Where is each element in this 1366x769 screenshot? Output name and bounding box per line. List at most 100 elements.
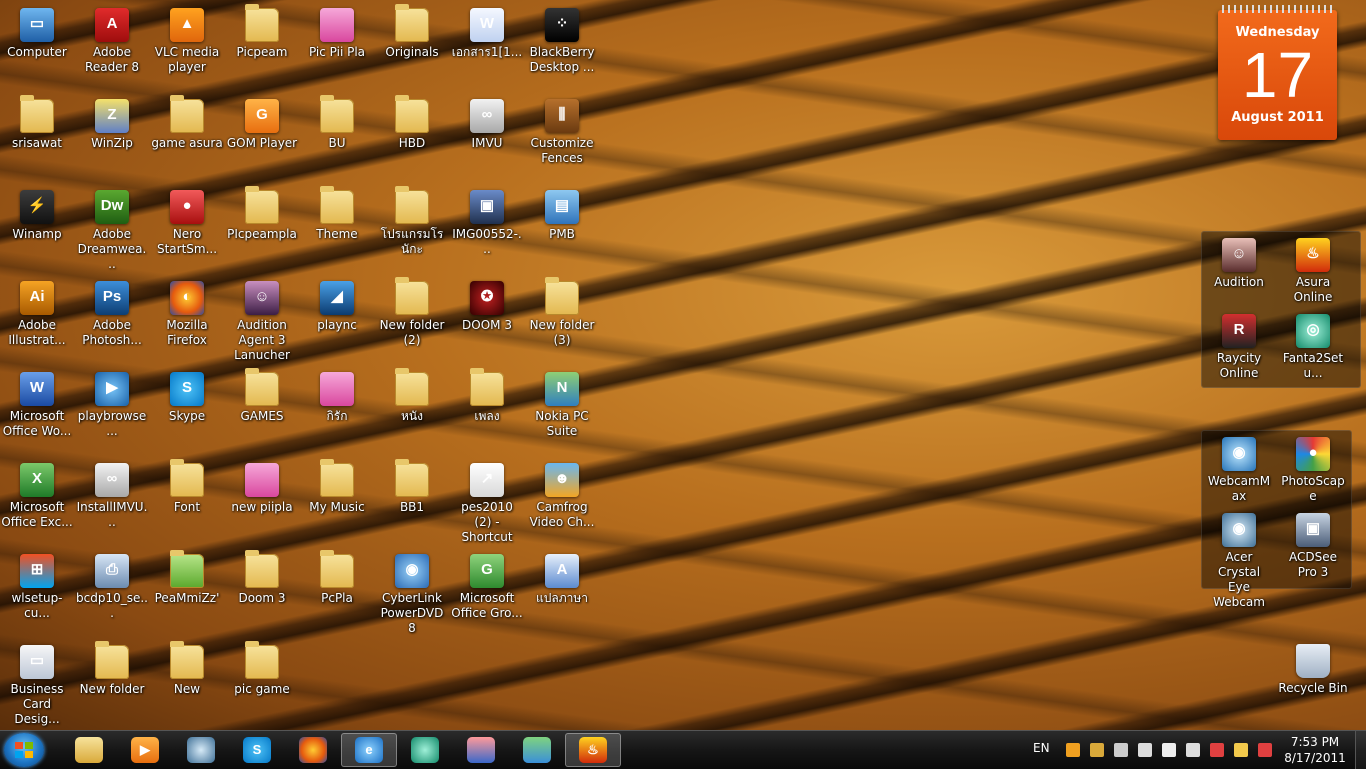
- desktop-icon-wlsetup-cu[interactable]: ⊞ wlsetup-cu...: [0, 550, 75, 621]
- taskbar-button-app-green[interactable]: [397, 733, 453, 767]
- fence-item[interactable]: ● PhotoScape: [1278, 433, 1348, 504]
- desktop-icon-doom-3[interactable]: Doom 3: [224, 550, 300, 606]
- desktop-icon-pic-pii-pla[interactable]: Pic Pii Pla: [299, 4, 375, 60]
- icon-label: Computer: [7, 45, 67, 59]
- fence-item[interactable]: ♨ Asura Online: [1278, 234, 1348, 305]
- desktop-icon-font[interactable]: Font: [149, 459, 225, 515]
- taskbar-button-skype[interactable]: S: [229, 733, 285, 767]
- desktop-icon-microsoft-office-exc[interactable]: X Microsoft Office Exc...: [0, 459, 75, 530]
- icon-label: Microsoft Office Gro...: [451, 591, 523, 620]
- desktop-icon-theme[interactable]: Theme: [299, 186, 375, 242]
- taskbar-button-firefox[interactable]: [285, 733, 341, 767]
- desktop-icon-vlc-media-player[interactable]: ▲ VLC media player: [149, 4, 225, 75]
- folder-icon: [395, 368, 429, 406]
- desktop-icon-blackberry-desktop[interactable]: ⁘ BlackBerry Desktop ...: [524, 4, 600, 75]
- desktop-icon-camfrog-video-ch[interactable]: ☻ Camfrog Video Ch...: [524, 459, 600, 530]
- taskbar-button-internet-explorer[interactable]: e: [341, 733, 397, 767]
- fence-item[interactable]: ▣ ACDSee Pro 3: [1278, 509, 1348, 580]
- fence-item[interactable]: ◎ Fanta2Setu...: [1278, 310, 1348, 381]
- tray-network-icon[interactable]: [1090, 743, 1104, 757]
- show-desktop-button[interactable]: [1355, 731, 1366, 769]
- desktop-icon-[interactable]: โปรแกรมโรนักะ: [374, 186, 450, 257]
- desktop-icon-bcdp10-se[interactable]: ⎙ bcdp10_se...: [74, 550, 150, 621]
- desktop-icon-imvu[interactable]: ∞ IMVU: [449, 95, 525, 151]
- taskbar-button-media-player[interactable]: ▶: [117, 733, 173, 767]
- desktop-icon-new-folder-2[interactable]: New folder (2): [374, 277, 450, 348]
- desktop-icon-game-asura[interactable]: game asura: [149, 95, 225, 151]
- desktop-icon-[interactable]: เพลง: [449, 368, 525, 424]
- desktop-icon-picpeam[interactable]: Picpeam: [224, 4, 300, 60]
- fence-item[interactable]: R Raycity Online: [1204, 310, 1274, 381]
- desktop-icon-new[interactable]: New: [149, 641, 225, 697]
- tray-tool-icon[interactable]: [1114, 743, 1128, 757]
- desktop-icon-customize-fences[interactable]: ⫼ Customize Fences: [524, 95, 600, 166]
- desktop-icon-microsoft-office-wo[interactable]: W Microsoft Office Wo...: [0, 368, 75, 439]
- desktop-icon-pic-game[interactable]: pic game: [224, 641, 300, 697]
- fence-item[interactable]: ◉ WebcamMax: [1204, 433, 1274, 504]
- desktop-icon-mozilla-firefox[interactable]: ◐ Mozilla Firefox: [149, 277, 225, 348]
- desktop-icon-new-folder[interactable]: New folder: [74, 641, 150, 697]
- desktop-icon-nero-startsm[interactable]: ● Nero StartSm...: [149, 186, 225, 257]
- desktop-icon-peammizz[interactable]: PeaMmiZz': [149, 550, 225, 606]
- desktop-icon-[interactable]: หนัง: [374, 368, 450, 424]
- tray-flag-icon[interactable]: [1210, 743, 1224, 757]
- start-button[interactable]: [4, 733, 44, 767]
- desktop-icon-microsoft-office-gro[interactable]: G Microsoft Office Gro...: [449, 550, 525, 621]
- tray-display-icon[interactable]: [1138, 743, 1152, 757]
- folder-icon: [245, 186, 279, 224]
- fence-games[interactable]: ☺ Audition ♨ Asura Online R Raycity Online ◎ Fa…: [1201, 231, 1361, 388]
- desktop-icon-nokia-pc-suite[interactable]: N Nokia PC Suite: [524, 368, 600, 439]
- desktop-icon-adobe-photosh[interactable]: Ps Adobe Photosh...: [74, 277, 150, 348]
- tray-volume-icon[interactable]: [1162, 743, 1176, 757]
- desktop-icon-bb1[interactable]: BB1: [374, 459, 450, 515]
- desktop-icon-games[interactable]: GAMES: [224, 368, 300, 424]
- taskbar-button-explorer-folder[interactable]: [61, 733, 117, 767]
- desktop-icon-pes2010-2-shortcut[interactable]: ↗ pes2010 (2) - Shortcut: [449, 459, 525, 545]
- desktop-icon-img00552[interactable]: ▣ IMG00552-...: [449, 186, 525, 257]
- desktop-icon-computer[interactable]: ▭ Computer: [0, 4, 75, 60]
- desktop-icon-doom-3[interactable]: ✪ DOOM 3: [449, 277, 525, 333]
- desktop-icon-bu[interactable]: BU: [299, 95, 375, 151]
- taskbar-button-asura[interactable]: ♨: [565, 733, 621, 767]
- desktop-icon-new-piipla[interactable]: new piipla: [224, 459, 300, 515]
- desktop-icon-srisawat[interactable]: srisawat: [0, 95, 75, 151]
- desktop-icon-cyberlink-powerdvd-8[interactable]: ◉ CyberLink PowerDVD 8: [374, 550, 450, 636]
- tray-power-icon[interactable]: [1234, 743, 1248, 757]
- language-indicator[interactable]: EN: [1033, 741, 1050, 755]
- clock[interactable]: 7:53 PM 8/17/2011: [1280, 734, 1350, 766]
- taskbar-button-webcam[interactable]: [173, 733, 229, 767]
- tray-alert-icon[interactable]: [1258, 743, 1272, 757]
- desktop-icon-pmb[interactable]: ▤ PMB: [524, 186, 600, 242]
- desktop-icon-adobe-illustrat[interactable]: Ai Adobe Illustrat...: [0, 277, 75, 348]
- desktop-icon-picpeampla[interactable]: PIcpeampla: [224, 186, 300, 242]
- taskbar-button-game[interactable]: [453, 733, 509, 767]
- recycle-bin[interactable]: Recycle Bin: [1275, 640, 1351, 696]
- desktop-icon-originals[interactable]: Originals: [374, 4, 450, 60]
- desktop-icon-1-1[interactable]: W เอกสาร1[1...: [449, 4, 525, 60]
- desktop-icon-hbd[interactable]: HBD: [374, 95, 450, 151]
- desktop-icon-winzip[interactable]: Z WinZip: [74, 95, 150, 151]
- icon-label: InstallIMVU...: [76, 500, 148, 529]
- taskbar-button-messenger[interactable]: [509, 733, 565, 767]
- fence-item[interactable]: ☺ Audition: [1204, 234, 1274, 290]
- desktop-icon-adobe-dreamwea[interactable]: Dw Adobe Dreamwea...: [74, 186, 150, 272]
- desktop-icon-winamp[interactable]: ⚡ Winamp: [0, 186, 75, 242]
- desktop-icon-adobe-reader-8[interactable]: A Adobe Reader 8: [74, 4, 150, 75]
- desktop-icon-playbrowse[interactable]: ▶ playbrowse...: [74, 368, 150, 439]
- desktop-icon-audition-agent-3-lanucher[interactable]: ☺ Audition Agent 3 Lanucher: [224, 277, 300, 363]
- tray-device-icon[interactable]: [1186, 743, 1200, 757]
- desktop-icon-gom-player[interactable]: G GOM Player: [224, 95, 300, 151]
- tray-app-icon[interactable]: [1066, 743, 1080, 757]
- desktop-icon-[interactable]: A แปลภาษา: [524, 550, 600, 606]
- fence-photo[interactable]: ◉ WebcamMax ● PhotoScape ◉ Acer Crystal Eye W…: [1201, 430, 1352, 609]
- desktop-icon-skype[interactable]: S Skype: [149, 368, 225, 424]
- desktop-icon-my-music[interactable]: My Music: [299, 459, 375, 515]
- desktop-icon-plaync[interactable]: ◢ plaync: [299, 277, 375, 333]
- desktop-icon-new-folder-3[interactable]: New folder (3): [524, 277, 600, 348]
- desktop-icon-business-card-desig[interactable]: ▭ Business Card Desig...: [0, 641, 75, 727]
- calendar-gadget[interactable]: Wednesday 17 August 2011: [1218, 5, 1337, 140]
- desktop-icon-[interactable]: กิรัก: [299, 368, 375, 424]
- desktop-icon-installimvu[interactable]: ∞ InstallIMVU...: [74, 459, 150, 530]
- fence-item[interactable]: ◉ Acer Crystal Eye Webcam: [1204, 509, 1274, 610]
- desktop-icon-pcpla[interactable]: PcPla: [299, 550, 375, 606]
